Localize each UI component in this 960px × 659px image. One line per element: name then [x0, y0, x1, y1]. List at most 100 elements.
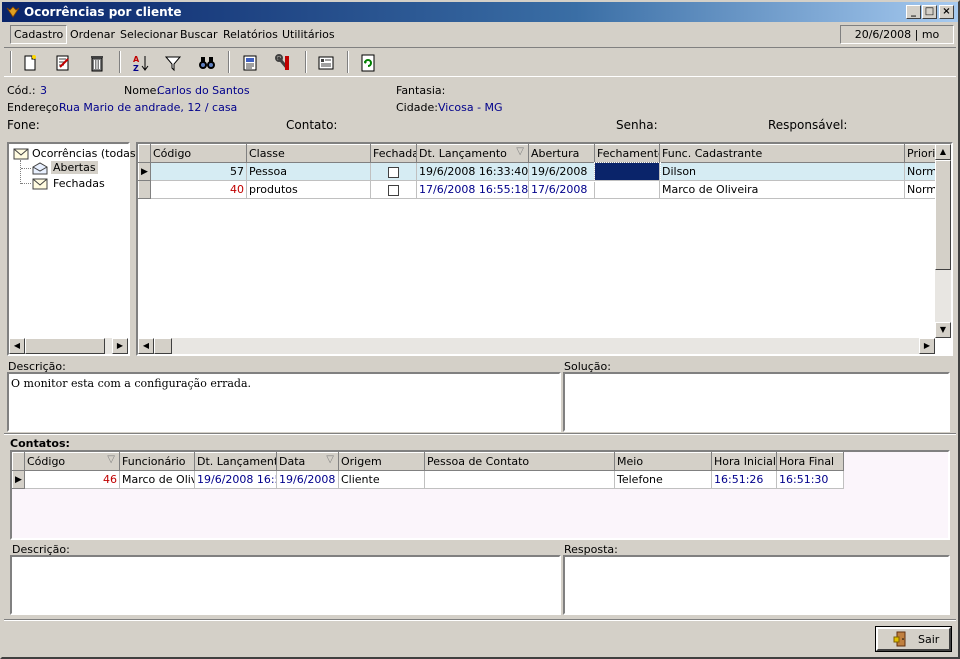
scroll-thumb[interactable]: [154, 338, 172, 354]
row-indicator: [138, 180, 151, 199]
descricao-textarea[interactable]: O monitor esta com a configuração errada…: [7, 372, 561, 432]
cod-value: 3: [40, 84, 47, 97]
date-display: 20/6/2008 | mo: [840, 25, 954, 44]
scroll-down-button[interactable]: ▼: [935, 322, 951, 338]
toolbar-separator: [10, 51, 12, 73]
sort-desc-icon: ▽: [326, 454, 334, 465]
col-hora-inicial[interactable]: Hora Inicial: [711, 452, 777, 471]
col-meio[interactable]: Meio: [614, 452, 712, 471]
cell-pessoa-contato[interactable]: [424, 470, 615, 489]
cell-fechada[interactable]: [370, 180, 417, 199]
tools-icon[interactable]: [273, 53, 295, 73]
table-row[interactable]: 40 produtos 17/6/2008 16:55:18 17/6/2008…: [138, 180, 951, 199]
cell-codigo[interactable]: 57: [150, 162, 247, 181]
edit-icon[interactable]: [52, 53, 74, 73]
sort-az-icon[interactable]: A Z: [130, 53, 152, 73]
cell-data[interactable]: 19/6/2008: [276, 470, 339, 489]
col-dt-lancamento[interactable]: Dt. Lançamento: [194, 452, 277, 471]
col-hora-final[interactable]: Hora Final: [776, 452, 844, 471]
cell-codigo[interactable]: 40: [150, 180, 247, 199]
col-classe[interactable]: Classe: [246, 144, 371, 163]
maximize-button[interactable]: □: [922, 5, 937, 19]
menu-utilitarios[interactable]: Utilitários: [282, 28, 335, 41]
new-icon[interactable]: [19, 53, 41, 73]
table-row[interactable]: ▶ 46 Marco de Olivei 19/6/2008 16:51 19/…: [12, 470, 844, 489]
cell-fechada[interactable]: [370, 162, 417, 181]
scroll-thumb[interactable]: [25, 338, 105, 354]
refresh-icon[interactable]: [357, 53, 379, 73]
tree-horizontal-scrollbar[interactable]: ◀ ▶: [9, 338, 128, 354]
grid-horizontal-scrollbar[interactable]: ◀ ▶: [138, 338, 935, 354]
endereco-label: Endereço:: [7, 101, 63, 114]
cell-func[interactable]: Marco de Oliveira: [659, 180, 905, 199]
descricao-contato-textarea[interactable]: [10, 555, 561, 615]
cell-dt-lancamento[interactable]: 17/6/2008 16:55:18: [416, 180, 529, 199]
col-fechada[interactable]: Fechada: [370, 144, 417, 163]
tree-item-todas[interactable]: Ocorrências (todas): [32, 147, 140, 160]
col-fechamento[interactable]: Fechamento: [594, 144, 660, 163]
col-abertura[interactable]: Abertura: [528, 144, 595, 163]
cell-fechamento[interactable]: [594, 180, 660, 199]
menu-bar: Cadastro Ordenar Selecionar Buscar Relat…: [4, 24, 956, 46]
col-data[interactable]: Data ▽: [276, 452, 339, 471]
cell-dt-lancamento[interactable]: 19/6/2008 16:51: [194, 470, 277, 489]
fechada-checkbox[interactable]: [388, 166, 399, 178]
report-icon[interactable]: [239, 53, 261, 73]
menu-buscar[interactable]: Buscar: [180, 28, 218, 41]
toolbar-separator: [347, 51, 349, 73]
contato-label: Contato:: [286, 118, 338, 132]
scroll-left-button[interactable]: ◀: [138, 338, 154, 354]
scroll-up-button[interactable]: ▲: [935, 144, 951, 160]
cell-abertura[interactable]: 17/6/2008: [528, 180, 595, 199]
table-row[interactable]: ▶ 57 Pessoa 19/6/2008 16:33:40 19/6/2008…: [138, 161, 951, 182]
col-dt-lancamento-label: Dt. Lançamento: [419, 147, 507, 160]
cell-classe[interactable]: Pessoa: [246, 162, 371, 181]
col-funcionario[interactable]: Funcionário: [119, 452, 195, 471]
col-codigo[interactable]: Código ▽: [24, 452, 120, 471]
scroll-thumb[interactable]: [935, 160, 951, 270]
col-dt-lancamento[interactable]: Dt. Lançamento ▽: [416, 144, 529, 163]
close-button[interactable]: ×: [939, 5, 954, 19]
delete-icon[interactable]: [86, 53, 108, 73]
tree-item-abertas[interactable]: Abertas: [51, 161, 98, 174]
filter-icon[interactable]: [162, 53, 184, 73]
menu-selecionar[interactable]: Selecionar: [120, 28, 178, 41]
sort-desc-icon: ▽: [107, 454, 115, 465]
occurrences-table: Código Classe Fechada Dt. Lançamento ▽ Ab…: [138, 144, 951, 199]
menu-ordenar[interactable]: Ordenar: [70, 28, 115, 41]
col-origem[interactable]: Origem: [338, 452, 425, 471]
nome-value: Carlos do Santos: [157, 84, 250, 97]
cell-funcionario[interactable]: Marco de Olivei: [119, 470, 195, 489]
minimize-button[interactable]: _: [906, 5, 921, 19]
cell-hora-inicial[interactable]: 16:51:26: [711, 470, 777, 489]
menu-relatorios[interactable]: Relatórios: [223, 28, 278, 41]
scroll-right-button[interactable]: ▶: [112, 338, 128, 354]
fechada-checkbox[interactable]: [388, 184, 399, 196]
scroll-right-button[interactable]: ▶: [919, 338, 935, 354]
solucao-textarea[interactable]: [563, 372, 950, 432]
cell-classe[interactable]: produtos: [246, 180, 371, 199]
col-func-cadastrante[interactable]: Func. Cadastrante: [659, 144, 905, 163]
tree-line: [21, 168, 31, 169]
grid-vertical-scrollbar[interactable]: ▲ ▼: [935, 144, 951, 338]
menu-cadastro[interactable]: Cadastro: [10, 25, 68, 44]
cell-fechamento[interactable]: [593, 161, 661, 182]
row-indicator-header: [138, 144, 151, 163]
details-icon[interactable]: [315, 53, 337, 73]
cell-func[interactable]: Dilson: [659, 162, 905, 181]
cell-dt-lancamento[interactable]: 19/6/2008 16:33:40: [416, 162, 529, 181]
search-binoculars-icon[interactable]: [196, 53, 218, 73]
resposta-textarea[interactable]: [563, 555, 950, 615]
tree-item-fechadas[interactable]: Fechadas: [53, 177, 105, 190]
cell-codigo[interactable]: 46: [24, 470, 120, 489]
cell-origem[interactable]: Cliente: [338, 470, 425, 489]
sair-button[interactable]: Sair: [875, 626, 952, 652]
scroll-left-button[interactable]: ◀: [9, 338, 25, 354]
fantasia-label: Fantasia:: [396, 84, 446, 97]
cell-hora-final[interactable]: 16:51:30: [776, 470, 844, 489]
cell-meio[interactable]: Telefone: [614, 470, 712, 489]
cell-abertura[interactable]: 19/6/2008: [528, 162, 595, 181]
col-codigo[interactable]: Código: [150, 144, 247, 163]
col-pessoa-contato[interactable]: Pessoa de Contato: [424, 452, 615, 471]
current-row-indicator: ▶: [12, 470, 25, 489]
